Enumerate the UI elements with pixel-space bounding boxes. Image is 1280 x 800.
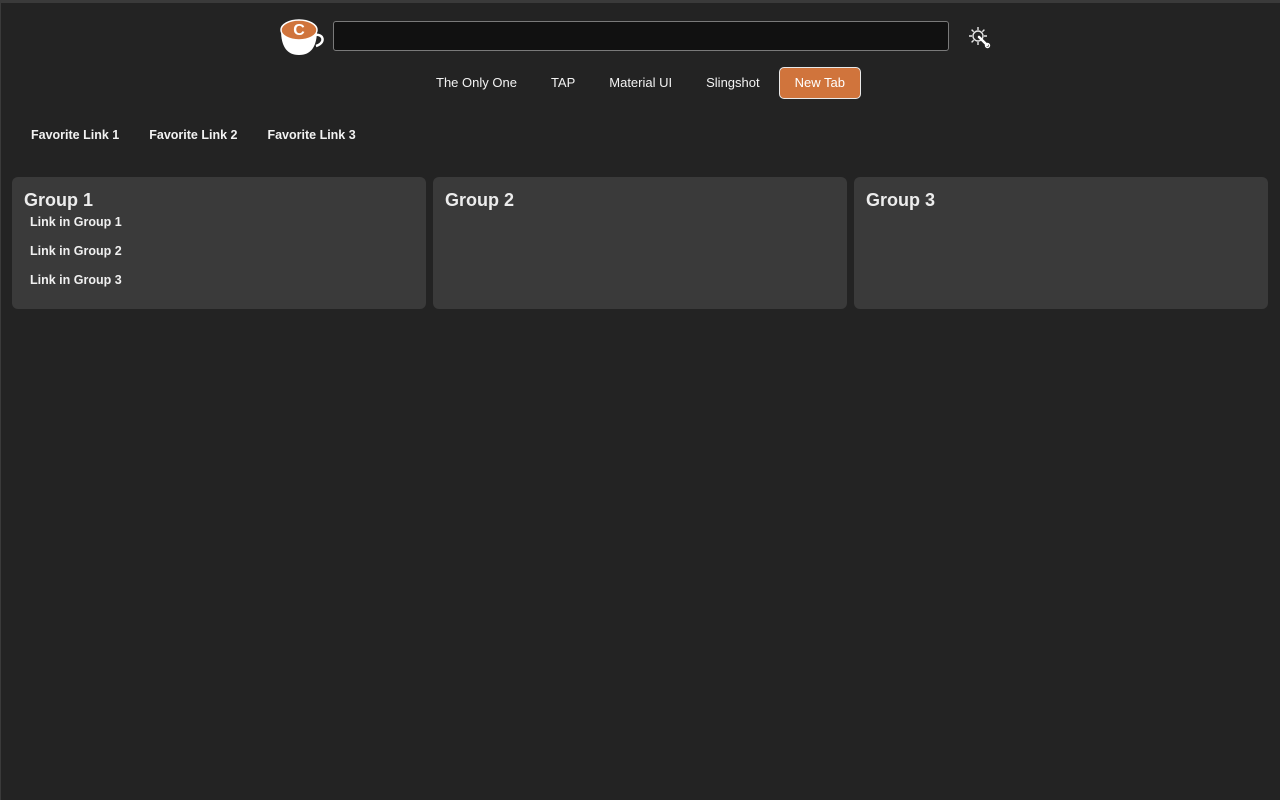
favorite-link[interactable]: Favorite Link 2 xyxy=(149,128,237,142)
gear-wrench-icon[interactable] xyxy=(967,25,991,49)
group-title: Group 3 xyxy=(866,190,936,210)
search-input[interactable] xyxy=(333,21,949,51)
app-window: C The Only One TAP Material UI Slingshot… xyxy=(0,0,1280,800)
favorites-bar: Favorite Link 1 Favorite Link 2 Favorite… xyxy=(31,128,386,142)
tab-the-only-one[interactable]: The Only One xyxy=(421,67,532,99)
group-card-2: Group 2 xyxy=(433,177,847,309)
group-card-3: Group 3 xyxy=(854,177,1268,309)
tab-slingshot[interactable]: Slingshot xyxy=(691,67,774,99)
group-title: Group 1 xyxy=(24,190,94,210)
favorite-link[interactable]: Favorite Link 3 xyxy=(267,128,355,142)
group-link-list: Link in Group 1 Link in Group 2 Link in … xyxy=(24,215,414,302)
group-card-1: Group 1 Link in Group 1 Link in Group 2 … xyxy=(12,177,426,309)
group-link[interactable]: Link in Group 2 xyxy=(30,244,414,273)
tab-bar: The Only One TAP Material UI Slingshot N… xyxy=(421,67,865,99)
group-link[interactable]: Link in Group 1 xyxy=(30,215,414,244)
coffee-cup-logo-icon[interactable]: C xyxy=(280,17,328,57)
group-link[interactable]: Link in Group 3 xyxy=(30,273,414,302)
tab-tap[interactable]: TAP xyxy=(536,67,590,99)
tab-material-ui[interactable]: Material UI xyxy=(594,67,687,99)
tab-new-tab[interactable]: New Tab xyxy=(778,67,861,99)
svg-text:C: C xyxy=(293,22,305,39)
favorite-link[interactable]: Favorite Link 1 xyxy=(31,128,119,142)
group-title: Group 2 xyxy=(445,190,515,210)
